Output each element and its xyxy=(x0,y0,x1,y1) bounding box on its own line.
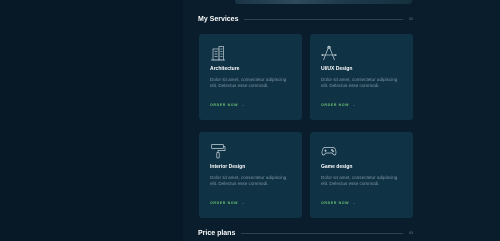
section-divider xyxy=(244,18,404,20)
arrow-right-icon: → xyxy=(241,201,246,205)
service-card-game: Game design Dolor sit amet, consectetur … xyxy=(310,132,413,218)
service-card-ui-ux: UI/UX Design Dolor sit amet, consectetur… xyxy=(310,34,413,120)
previous-section-bottom xyxy=(235,0,412,4)
service-title: Game design xyxy=(321,164,353,170)
arrow-right-icon: → xyxy=(352,103,357,107)
service-description: Dolor sit amet, consectetur adipiscing e… xyxy=(321,77,398,89)
arrow-right-icon: → xyxy=(352,201,357,205)
section-divider xyxy=(241,232,404,234)
arrow-right-icon: → xyxy=(241,103,246,107)
service-card-interior: Interior Design Dolor sit amet, consecte… xyxy=(199,132,302,218)
order-now-link[interactable]: ORDER NOW → xyxy=(321,103,356,107)
service-card-architecture: Architecture Dolor sit amet, consectetur… xyxy=(199,34,302,120)
gamepad-icon xyxy=(321,143,337,159)
service-title: Architecture xyxy=(210,66,240,72)
pen-tool-icon xyxy=(321,45,337,61)
section-number: 03 xyxy=(409,231,413,235)
order-now-link[interactable]: ORDER NOW → xyxy=(210,201,245,205)
section-title: Price plans xyxy=(198,229,236,237)
order-now-label: ORDER NOW xyxy=(321,103,350,107)
service-title: Interior Design xyxy=(210,164,246,170)
section-title: My Services xyxy=(198,15,239,23)
pricing-section-header: Price plans 03 xyxy=(198,227,413,239)
services-section-header: My Services 02 xyxy=(198,13,413,25)
order-now-label: ORDER NOW xyxy=(321,201,350,205)
building-icon xyxy=(210,45,226,61)
left-panel xyxy=(0,0,183,241)
order-now-label: ORDER NOW xyxy=(210,103,239,107)
service-description: Dolor sit amet, consectetur adipiscing e… xyxy=(321,175,398,187)
order-now-link[interactable]: ORDER NOW → xyxy=(210,103,245,107)
service-description: Dolor sit amet, consectetur adipiscing e… xyxy=(210,175,287,187)
service-title: UI/UX Design xyxy=(321,66,353,72)
service-description: Dolor sit amet, consectetur adipiscing e… xyxy=(210,77,287,89)
section-number: 02 xyxy=(409,17,413,21)
order-now-label: ORDER NOW xyxy=(210,201,239,205)
paint-roller-icon xyxy=(210,143,226,159)
order-now-link[interactable]: ORDER NOW → xyxy=(321,201,356,205)
